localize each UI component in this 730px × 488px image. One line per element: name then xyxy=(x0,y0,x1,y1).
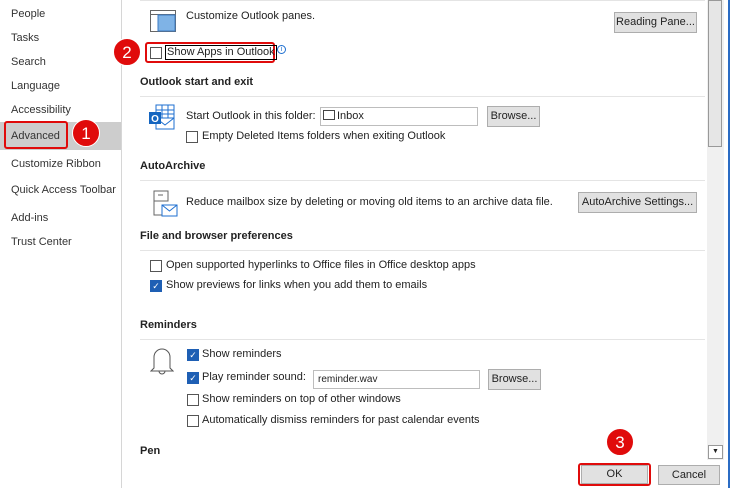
empty-deleted-checkbox[interactable] xyxy=(186,131,198,143)
sidebar-item-language[interactable]: Language xyxy=(0,74,121,98)
scrollbar-thumb[interactable] xyxy=(708,0,722,147)
autoarchive-heading: AutoArchive xyxy=(140,160,206,172)
highlight-ok xyxy=(578,463,651,486)
browse-sound-button[interactable]: Browse... xyxy=(488,369,541,390)
bell-icon xyxy=(150,348,174,375)
sidebar-item-accessibility[interactable]: Accessibility xyxy=(0,98,121,122)
scroll-down-arrow-icon[interactable]: ▼ xyxy=(708,445,723,459)
sidebar-item-add-ins[interactable]: Add-ins xyxy=(0,206,121,230)
step-badge-1: 1 xyxy=(72,119,100,147)
svg-text:O: O xyxy=(151,114,159,125)
start-folder-label: Start Outlook in this folder: xyxy=(186,110,316,122)
sidebar-item-customize-ribbon[interactable]: Customize Ribbon xyxy=(0,152,121,176)
sidebar: People Tasks Search Language Accessibili… xyxy=(0,0,122,488)
on-top-checkbox[interactable] xyxy=(187,394,199,406)
autoarchive-text: Reduce mailbox size by deleting or movin… xyxy=(186,196,553,208)
sidebar-item-tasks[interactable]: Tasks xyxy=(0,26,121,50)
archive-icon xyxy=(153,190,178,217)
start-folder-value: Inbox xyxy=(337,110,364,122)
play-sound-checkbox[interactable]: ✓ xyxy=(187,372,199,384)
open-links-label: Open supported hyperlinks to Office file… xyxy=(166,259,476,271)
scrollbar[interactable]: ▼ xyxy=(707,0,724,460)
show-previews-checkbox[interactable]: ✓ xyxy=(150,280,162,292)
browse-folder-button[interactable]: Browse... xyxy=(487,106,540,127)
on-top-label: Show reminders on top of other windows xyxy=(202,393,401,405)
auto-dismiss-checkbox[interactable] xyxy=(187,415,199,427)
pen-heading: Pen xyxy=(140,445,161,457)
cancel-button[interactable]: Cancel xyxy=(658,465,720,485)
show-apps-label[interactable]: Show Apps in Outlook xyxy=(165,45,277,60)
sidebar-item-trust-center[interactable]: Trust Center xyxy=(0,230,121,254)
sidebar-item-quick-access-toolbar[interactable]: Quick Access Toolbar xyxy=(0,178,121,202)
reminders-heading: Reminders xyxy=(140,319,197,331)
start-exit-heading: Outlook start and exit xyxy=(140,76,254,88)
panes-text: Customize Outlook panes. xyxy=(186,10,316,22)
step-badge-3: 3 xyxy=(606,428,634,456)
show-previews-label: Show previews for links when you add the… xyxy=(166,279,428,291)
mail-icon xyxy=(323,110,335,120)
reading-pane-button[interactable]: Reading Pane... xyxy=(614,12,697,33)
step-badge-2: 2 xyxy=(113,38,141,66)
outlook-icon: O xyxy=(149,104,175,130)
show-reminders-checkbox[interactable]: ✓ xyxy=(187,349,199,361)
show-apps-checkbox[interactable] xyxy=(150,47,162,59)
reading-pane-icon xyxy=(150,10,176,32)
sidebar-item-people[interactable]: People xyxy=(0,2,121,26)
sidebar-item-search[interactable]: Search xyxy=(0,50,121,74)
sound-file-input[interactable]: reminder.wav xyxy=(313,370,480,389)
start-folder-input[interactable]: Inbox xyxy=(320,107,478,126)
show-reminders-label: Show reminders xyxy=(202,348,282,360)
autoarchive-settings-button[interactable]: AutoArchive Settings... xyxy=(578,192,697,213)
play-sound-label: Play reminder sound: xyxy=(202,371,306,383)
empty-deleted-label: Empty Deleted Items folders when exiting… xyxy=(202,130,446,142)
highlight-advanced xyxy=(4,121,68,149)
file-browser-heading: File and browser preferences xyxy=(140,230,293,242)
auto-dismiss-label: Automatically dismiss reminders for past… xyxy=(202,414,480,426)
open-links-checkbox[interactable] xyxy=(150,260,162,272)
info-icon[interactable]: i xyxy=(277,45,286,54)
